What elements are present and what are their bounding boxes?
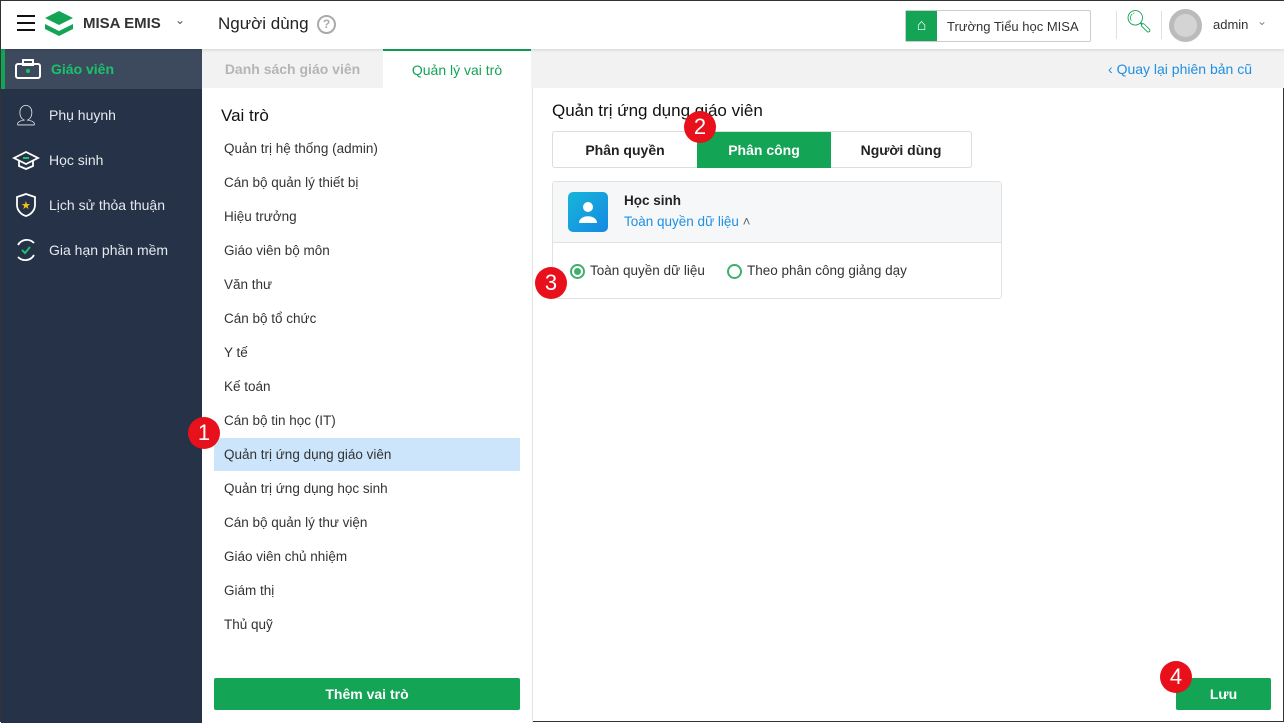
- segment-nguoi-dung[interactable]: Người dùng: [831, 132, 971, 168]
- role-item[interactable]: Quản trị ứng dụng học sinh: [214, 472, 520, 505]
- step-badge-3: 3: [535, 267, 567, 299]
- sidebar: Giáo viên 👤︎ Phụ huynh Học sinh ★ Lịch sử …: [1, 49, 202, 723]
- scope-toggle[interactable]: Toàn quyền dữ liệu ˄: [624, 214, 751, 229]
- role-item[interactable]: Quản trị hệ thống (admin): [214, 132, 520, 165]
- sidebar-item-label: Gia hạn phần mềm: [49, 242, 169, 258]
- parent-icon: 👤︎: [13, 104, 39, 127]
- roles-panel: Danh sách giáo viên Quản lý vai trò Vai …: [202, 49, 533, 723]
- sidebar-item-gia-han[interactable]: Gia hạn phần mềm: [1, 230, 202, 270]
- add-role-button[interactable]: Thêm vai trò: [214, 678, 520, 710]
- chevron-up-icon: ˄: [742, 214, 751, 229]
- role-item[interactable]: Hiệu trưởng: [214, 200, 520, 233]
- role-item[interactable]: Y tế: [214, 336, 520, 369]
- radio-label: Theo phân công giảng dạy: [747, 263, 907, 278]
- step-badge-2: 2: [684, 111, 716, 143]
- sidebar-item-label: Học sinh: [49, 152, 104, 168]
- sidebar-item-label: Lịch sử thỏa thuận: [49, 197, 166, 213]
- divider: [1116, 11, 1117, 39]
- segment-phan-quyen[interactable]: Phân quyền: [553, 132, 697, 168]
- detail-panel: ‹ Quay lại phiên bản cũ Quản trị ứng dụn…: [533, 49, 1284, 723]
- radio-icon: [570, 263, 585, 279]
- role-item[interactable]: Giám thị: [214, 574, 520, 607]
- back-link-label: Quay lại phiên bản cũ: [1116, 61, 1252, 77]
- search-analytics-icon[interactable]: 🔍︎: [1125, 9, 1153, 35]
- segment-control: Phân quyền Phân công Người dùng: [552, 131, 972, 168]
- radio-toan-quyen[interactable]: Toàn quyền dữ liệu: [570, 263, 705, 279]
- scope-label: Toàn quyền dữ liệu: [624, 214, 739, 229]
- radio-label: Toàn quyền dữ liệu: [590, 263, 705, 278]
- school-name: Trường Tiểu học MISA: [947, 18, 1079, 34]
- segment-phan-cong[interactable]: Phân công: [697, 132, 831, 168]
- sidebar-item-giao-vien[interactable]: Giáo viên: [1, 49, 202, 89]
- menu-icon[interactable]: [17, 15, 35, 31]
- role-item[interactable]: Văn thư: [214, 268, 520, 301]
- tab-bar: Danh sách giáo viên Quản lý vai trò: [202, 49, 533, 88]
- role-item[interactable]: Giáo viên bộ môn: [214, 234, 520, 267]
- role-item[interactable]: Giáo viên chủ nhiệm: [214, 540, 520, 573]
- sidebar-item-phu-huynh[interactable]: 👤︎ Phụ huynh: [1, 95, 202, 135]
- sidebar-item-label: Giáo viên: [51, 61, 115, 77]
- role-item[interactable]: Quản trị ứng dụng giáo viên: [214, 438, 520, 471]
- student-icon: [568, 192, 608, 232]
- page-title: Người dùng: [218, 14, 309, 33]
- misa-logo-icon: [45, 11, 73, 36]
- school-selector[interactable]: ⌂ Trường Tiểu học MISA: [905, 10, 1091, 42]
- sidebar-item-lich-su[interactable]: ★ Lịch sử thỏa thuận: [1, 185, 202, 225]
- renew-icon: [11, 237, 41, 263]
- step-badge-4: 4: [1160, 661, 1192, 693]
- home-icon: ⌂: [906, 11, 937, 41]
- step-badge-1: 1: [188, 417, 220, 449]
- radio-theo-phan-cong[interactable]: Theo phân công giảng dạy: [727, 263, 907, 279]
- graduation-cap-icon: [11, 147, 41, 173]
- svg-text:★: ★: [21, 200, 31, 212]
- radio-icon: [727, 263, 742, 279]
- role-item[interactable]: Cán bộ tổ chức: [214, 302, 520, 335]
- role-item[interactable]: Kế toán: [214, 370, 520, 403]
- tab-danh-sach[interactable]: Danh sách giáo viên: [202, 49, 383, 88]
- back-link[interactable]: ‹ Quay lại phiên bản cũ: [1108, 61, 1252, 77]
- chevron-down-icon[interactable]: ⌄: [175, 13, 185, 27]
- roles-title: Vai trò: [221, 106, 269, 125]
- avatar[interactable]: [1169, 9, 1202, 42]
- shield-star-icon: ★: [11, 192, 41, 218]
- sidebar-item-hoc-sinh[interactable]: Học sinh: [1, 140, 202, 180]
- user-name[interactable]: admin: [1213, 17, 1248, 32]
- briefcase-icon: [13, 56, 43, 82]
- detail-title: Quản trị ứng dụng giáo viên: [552, 101, 763, 120]
- tab-quan-ly-vai-tro[interactable]: Quản lý vai trò: [383, 49, 531, 88]
- role-item[interactable]: Thủ quỹ: [214, 608, 520, 641]
- role-item[interactable]: Cán bộ quản lý thư viện: [214, 506, 520, 539]
- chevron-down-icon[interactable]: ⌄: [1257, 14, 1267, 28]
- permission-card: Học sinh Toàn quyền dữ liệu ˄ Toàn quyền…: [552, 181, 1002, 299]
- role-item[interactable]: Cán bộ tin học (IT): [214, 404, 520, 437]
- help-icon[interactable]: ?: [317, 15, 336, 34]
- card-title: Học sinh: [624, 193, 682, 208]
- app-name: MISA EMIS: [83, 15, 161, 32]
- divider: [1161, 11, 1162, 39]
- top-bar: MISA EMIS ⌄ Người dùng ? ⌂ Trường Tiểu h…: [1, 1, 1284, 49]
- role-item[interactable]: Cán bộ quản lý thiết bị: [214, 166, 520, 199]
- sidebar-item-label: Phụ huynh: [49, 107, 116, 123]
